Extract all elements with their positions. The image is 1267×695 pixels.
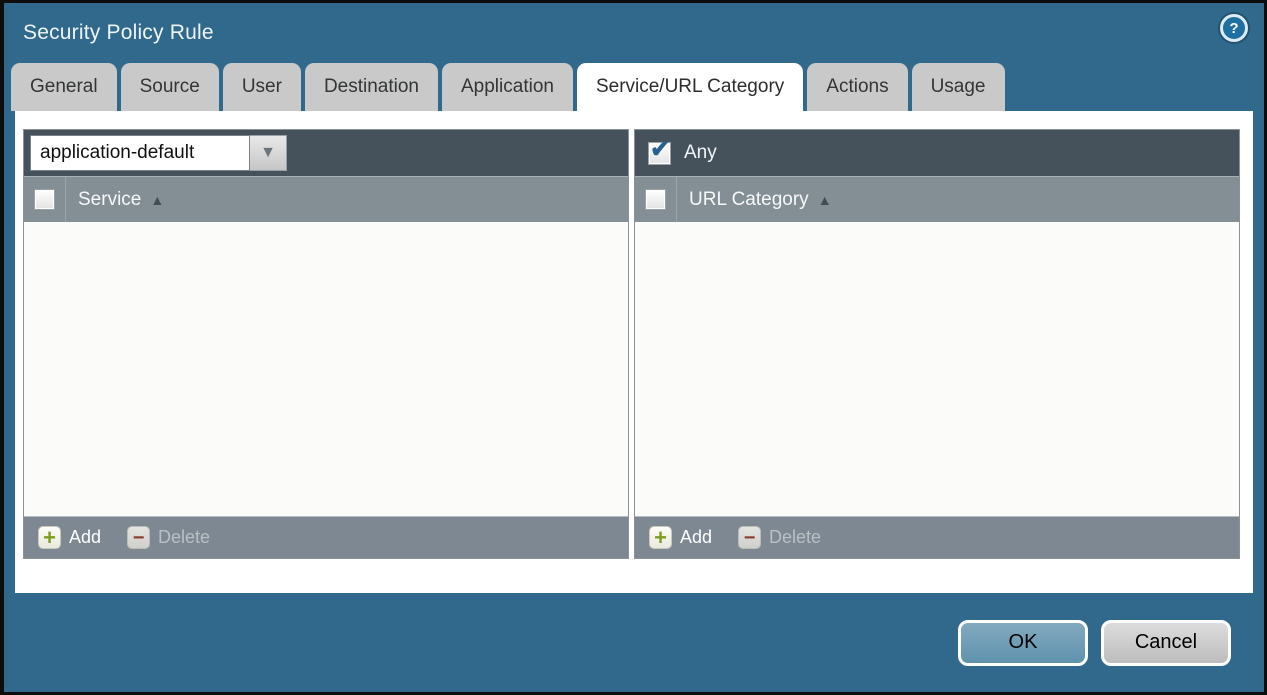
help-icon-glyph: ? bbox=[1229, 20, 1238, 37]
service-table-body bbox=[24, 222, 628, 516]
url-category-add-label: Add bbox=[680, 527, 712, 548]
ok-button[interactable]: OK bbox=[958, 620, 1088, 666]
any-checkbox-label[interactable]: Any bbox=[684, 142, 717, 164]
help-icon[interactable]: ? bbox=[1220, 14, 1248, 42]
tab-bar: General Source User Destination Applicat… bbox=[4, 63, 1264, 111]
service-panel-header: application-default ▼ bbox=[24, 130, 628, 176]
plus-glyph: + bbox=[654, 527, 667, 549]
url-category-delete-button[interactable]: − Delete bbox=[738, 526, 821, 549]
plus-icon: + bbox=[38, 526, 61, 549]
minus-icon: − bbox=[127, 526, 150, 549]
service-select-all-checkbox[interactable] bbox=[34, 189, 55, 210]
tab-service-url-category[interactable]: Service/URL Category bbox=[577, 63, 803, 111]
page-title: Security Policy Rule bbox=[23, 21, 214, 45]
tab-usage[interactable]: Usage bbox=[912, 63, 1005, 111]
dialog-button-bar: OK Cancel bbox=[4, 593, 1264, 692]
service-add-label: Add bbox=[69, 527, 101, 548]
security-policy-rule-dialog: Security Policy Rule ? General Source Us… bbox=[0, 0, 1267, 695]
service-type-dropdown-value[interactable]: application-default bbox=[30, 135, 250, 171]
service-toolbar: + Add − Delete bbox=[24, 516, 628, 558]
url-category-panel-header: ✔ Any bbox=[635, 130, 1239, 176]
check-icon: ✔ bbox=[650, 136, 670, 164]
tab-application[interactable]: Application bbox=[442, 63, 573, 111]
titlebar: Security Policy Rule ? bbox=[4, 3, 1264, 63]
url-category-add-button[interactable]: + Add bbox=[649, 526, 712, 549]
url-category-table-header: URL Category ▲ bbox=[635, 176, 1239, 222]
tab-actions[interactable]: Actions bbox=[807, 63, 907, 111]
tab-destination[interactable]: Destination bbox=[305, 63, 438, 111]
url-category-table-body bbox=[635, 222, 1239, 516]
url-category-delete-label: Delete bbox=[769, 527, 821, 548]
service-panel: application-default ▼ Service ▲ + bbox=[23, 129, 629, 559]
any-checkbox-row: ✔ Any bbox=[641, 142, 717, 165]
service-column-label[interactable]: Service bbox=[78, 189, 141, 211]
service-add-button[interactable]: + Add bbox=[38, 526, 101, 549]
url-category-select-all-cell bbox=[635, 177, 677, 222]
tab-source[interactable]: Source bbox=[121, 63, 219, 111]
minus-glyph: − bbox=[744, 528, 756, 548]
sort-ascending-icon[interactable]: ▲ bbox=[818, 193, 832, 207]
tab-user[interactable]: User bbox=[223, 63, 301, 111]
service-delete-button[interactable]: − Delete bbox=[127, 526, 210, 549]
tab-content: application-default ▼ Service ▲ + bbox=[15, 111, 1253, 593]
minus-glyph: − bbox=[133, 528, 145, 548]
url-category-toolbar: + Add − Delete bbox=[635, 516, 1239, 558]
plus-glyph: + bbox=[43, 527, 56, 549]
url-category-column-label[interactable]: URL Category bbox=[689, 189, 809, 211]
sort-ascending-icon[interactable]: ▲ bbox=[150, 193, 164, 207]
cancel-button[interactable]: Cancel bbox=[1101, 620, 1231, 666]
plus-icon: + bbox=[649, 526, 672, 549]
any-checkbox[interactable]: ✔ bbox=[648, 142, 671, 165]
tab-general[interactable]: General bbox=[11, 63, 117, 111]
url-category-select-all-checkbox[interactable] bbox=[645, 189, 666, 210]
service-delete-label: Delete bbox=[158, 527, 210, 548]
chevron-down-glyph: ▼ bbox=[260, 144, 276, 162]
service-table-header: Service ▲ bbox=[24, 176, 628, 222]
url-category-panel: ✔ Any URL Category ▲ + Add bbox=[634, 129, 1240, 559]
service-type-dropdown[interactable]: application-default ▼ bbox=[30, 135, 287, 171]
chevron-down-icon[interactable]: ▼ bbox=[250, 135, 287, 171]
service-select-all-cell bbox=[24, 177, 66, 222]
minus-icon: − bbox=[738, 526, 761, 549]
